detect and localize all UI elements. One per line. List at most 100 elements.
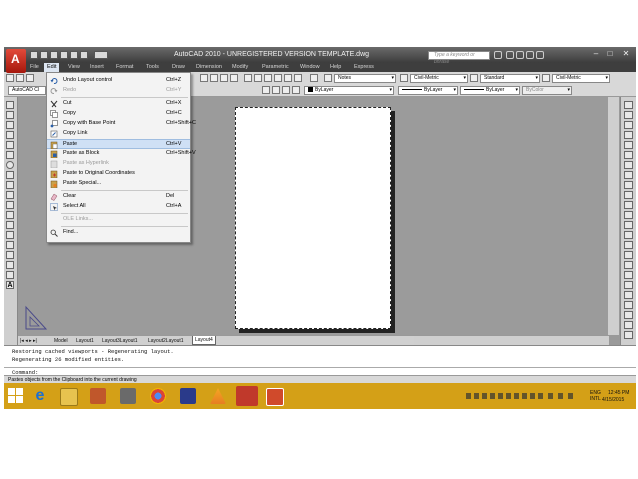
menu-edit[interactable]: Edit (44, 63, 60, 72)
polyline-icon[interactable] (6, 121, 14, 129)
tray-icon[interactable] (522, 393, 527, 399)
copy-object-icon[interactable] (624, 111, 633, 119)
menu-item-redo[interactable]: Redo Ctrl+Y (47, 86, 190, 96)
zoom-previous-icon[interactable] (230, 74, 238, 82)
edit-text-icon[interactable] (624, 311, 633, 319)
menu-item-cut[interactable]: Cut Ctrl+X (47, 99, 190, 109)
app-icon[interactable] (120, 388, 136, 404)
powerpoint-icon[interactable] (266, 388, 284, 406)
help-icon[interactable] (536, 51, 544, 59)
menu-window[interactable]: Window (300, 64, 320, 70)
array-icon[interactable] (624, 141, 633, 149)
insert-block-icon[interactable] (6, 211, 14, 219)
extend-icon[interactable] (624, 201, 633, 209)
explode-icon[interactable] (624, 251, 633, 259)
redo-quick-icon[interactable] (80, 51, 88, 59)
menu-item-paste-special[interactable]: Paste Special... (47, 179, 190, 189)
scale-icon[interactable] (624, 171, 633, 179)
layout-paper-sheet[interactable] (235, 107, 391, 329)
pan-icon[interactable] (200, 74, 208, 82)
lineweight-select[interactable]: ByLayer ▾ (460, 86, 520, 95)
open-file-icon[interactable] (40, 51, 48, 59)
sheet-set-icon[interactable] (274, 74, 282, 82)
design-center-icon[interactable] (254, 74, 262, 82)
new-file-icon[interactable] (30, 51, 38, 59)
tray-icon[interactable] (474, 393, 479, 399)
offset-icon[interactable] (624, 131, 633, 139)
clock-date[interactable]: 4/15/2015 (602, 397, 624, 403)
plot-icon[interactable] (60, 51, 68, 59)
save-icon[interactable] (50, 51, 58, 59)
autocad-application-icon[interactable]: A (6, 49, 26, 73)
draw-order-icon[interactable] (624, 331, 633, 339)
tray-icon[interactable] (538, 393, 543, 399)
autocad-taskbar-icon[interactable] (236, 386, 258, 406)
join-icon[interactable] (624, 221, 633, 229)
subscription-icon[interactable] (506, 51, 514, 59)
clock-time[interactable]: 12:45 PM (608, 390, 629, 396)
fillet-icon[interactable] (624, 241, 633, 249)
tab-layout2layout1[interactable]: Layout2Layout1 (148, 337, 184, 345)
tray-icon[interactable] (506, 393, 511, 399)
table-style-select[interactable]: Standard ▾ (480, 74, 540, 83)
edit-attribute-icon[interactable] (624, 321, 633, 329)
file-explorer-icon[interactable] (60, 388, 78, 406)
language-indicator[interactable]: ENG INTL (590, 390, 601, 402)
layer-match-icon[interactable] (292, 86, 300, 94)
chamfer-icon[interactable] (624, 231, 633, 239)
menu-item-paste-as-block[interactable]: Paste as Block Ctrl+Shift+V (47, 149, 196, 159)
menu-item-copy-link[interactable]: Copy Link (47, 129, 190, 139)
network-icon[interactable] (548, 393, 553, 399)
menu-item-paste-as-hyperlink[interactable]: Paste as Hyperlink (47, 159, 190, 169)
line-icon[interactable] (6, 101, 14, 109)
spline-icon[interactable] (6, 181, 14, 189)
menu-file[interactable]: File (30, 64, 39, 70)
tray-icon[interactable] (482, 393, 487, 399)
properties-icon[interactable] (244, 74, 252, 82)
minimize-button[interactable]: – (590, 49, 602, 59)
menu-draw[interactable]: Draw (172, 64, 185, 70)
multiline-text-icon[interactable]: A (6, 281, 14, 289)
rotate-icon[interactable] (624, 161, 633, 169)
menu-item-ole-links[interactable]: OLE Links... (47, 215, 190, 225)
battery-icon[interactable] (568, 393, 573, 399)
calculator-icon[interactable] (294, 74, 302, 82)
menu-tools[interactable]: Tools (146, 64, 159, 70)
tab-nav-arrows[interactable]: |◂ ◂ ▸ ▸| (20, 337, 37, 345)
windows-start-icon[interactable] (8, 388, 23, 403)
edit-spline-icon[interactable] (624, 291, 633, 299)
menu-item-copy[interactable]: Copy Ctrl+C (47, 109, 190, 119)
arc-icon[interactable] (6, 151, 14, 159)
move-icon[interactable] (624, 151, 633, 159)
menu-item-paste-to-original-coordinates[interactable]: Paste to Original Coordinates (47, 169, 190, 179)
tray-icon[interactable] (514, 393, 519, 399)
color-select[interactable]: ByLayer ▾ (304, 86, 394, 95)
linetype-select[interactable]: ByLayer ▾ (398, 86, 458, 95)
make-block-icon[interactable] (6, 221, 14, 229)
blend-icon[interactable] (624, 261, 633, 269)
ellipse-icon[interactable] (6, 191, 14, 199)
dim-style-select[interactable]: Civil-Metric ▾ (410, 74, 468, 83)
tray-icon[interactable] (498, 393, 503, 399)
region-icon[interactable] (6, 261, 14, 269)
tab-layout3layout1[interactable]: Layout3Layout1 (102, 337, 138, 345)
menu-dimension[interactable]: Dimension (196, 64, 222, 70)
zoom-realtime-icon[interactable] (210, 74, 218, 82)
menu-express[interactable]: Express (354, 64, 374, 70)
layer-previous-icon[interactable] (262, 86, 270, 94)
edit-hatch-icon[interactable] (624, 301, 633, 309)
rectangle-icon[interactable] (6, 141, 14, 149)
multileader-style-icon[interactable] (542, 74, 550, 82)
tool-palettes-icon[interactable] (264, 74, 272, 82)
plotstyle-select[interactable]: ByColor ▾ (522, 86, 572, 95)
tab-layout1[interactable]: Layout1 (76, 337, 94, 345)
menu-item-undo[interactable]: Undo Layout control Ctrl+Z (47, 76, 190, 86)
hatch-icon[interactable] (6, 241, 14, 249)
menu-view[interactable]: View (68, 64, 80, 70)
menu-item-clear[interactable]: Clear Del (47, 192, 190, 202)
help-toolbar-icon[interactable] (310, 74, 318, 82)
tab-layout4[interactable]: Layout4 (192, 336, 216, 345)
restore-button[interactable]: □ (604, 49, 616, 59)
menu-item-paste[interactable]: Paste Ctrl+V (47, 139, 190, 149)
gradient-icon[interactable] (6, 251, 14, 259)
